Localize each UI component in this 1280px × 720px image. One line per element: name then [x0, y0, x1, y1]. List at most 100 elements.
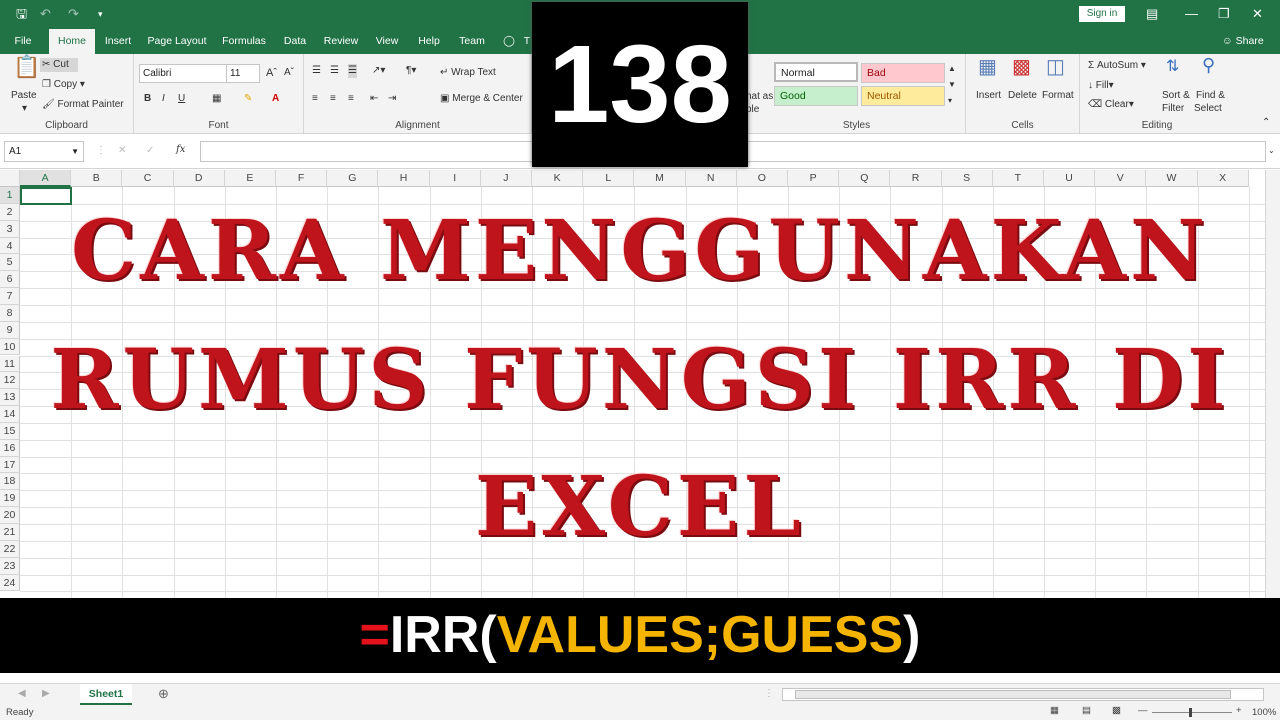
row-header-16[interactable]: 16 [0, 439, 20, 457]
zoom-slider-thumb[interactable] [1189, 708, 1192, 717]
new-sheet-icon[interactable]: ⊕ [158, 687, 169, 701]
tab-home[interactable]: Home [49, 29, 95, 54]
orientation-icon[interactable]: ↗▾ [372, 64, 385, 78]
autosum-button[interactable]: Σ AutoSum ▾ [1088, 59, 1146, 73]
prev-sheet-icon[interactable]: ◀ [18, 687, 26, 701]
style-normal[interactable]: Normal [774, 62, 858, 82]
row-header-9[interactable]: 9 [0, 321, 20, 339]
column-header-t[interactable]: T [992, 170, 1044, 187]
sort-filter-line2[interactable]: Filter [1162, 102, 1184, 116]
select-all-corner[interactable] [0, 170, 20, 187]
styles-more-icon[interactable]: ▾ [948, 94, 952, 108]
column-header-l[interactable]: L [583, 170, 635, 187]
column-header-m[interactable]: M [634, 170, 686, 187]
column-header-o[interactable]: O [736, 170, 788, 187]
rtl-icon[interactable]: ¶▾ [406, 64, 416, 78]
format-painter-button[interactable]: 🖌 Format Painter [42, 98, 124, 112]
find-select-line2[interactable]: Select [1194, 102, 1222, 116]
column-header-k[interactable]: K [532, 170, 584, 187]
zoom-slider[interactable] [1152, 712, 1232, 713]
column-header-d[interactable]: D [173, 170, 225, 187]
fill-color-icon[interactable]: ✎ [244, 92, 252, 106]
align-left-icon[interactable]: ≡ [312, 92, 318, 106]
clear-button[interactable]: ⌫ Clear▾ [1088, 98, 1134, 112]
borders-icon[interactable]: ▦ [212, 92, 221, 106]
horizontal-scrollbar[interactable] [782, 688, 1264, 701]
delete-button[interactable]: Delete [1008, 89, 1037, 103]
column-header-f[interactable]: F [276, 170, 328, 187]
column-header-v[interactable]: V [1095, 170, 1147, 187]
name-box[interactable]: A1 ▼ [4, 141, 84, 162]
expand-formula-icon[interactable]: ⌄ [1268, 144, 1275, 158]
normal-view-icon[interactable]: ▦ [1050, 705, 1059, 716]
delete-cells-icon[interactable]: ▩ [1012, 57, 1031, 77]
row-header-23[interactable]: 23 [0, 557, 20, 575]
decrease-font-icon[interactable]: Aˇ [284, 66, 294, 80]
horizontal-scroll-thumb[interactable] [795, 690, 1231, 699]
merge-center-button[interactable]: ▣ Merge & Center [440, 92, 523, 106]
column-header-q[interactable]: Q [839, 170, 891, 187]
tab-tell-me[interactable]: T [522, 29, 532, 54]
font-size-select[interactable]: 11 [226, 64, 260, 83]
column-header-w[interactable]: W [1146, 170, 1198, 187]
insert-cells-icon[interactable]: ▦ [978, 57, 997, 77]
row-header-15[interactable]: 15 [0, 422, 20, 440]
column-header-h[interactable]: H [378, 170, 430, 187]
row-header-24[interactable]: 24 [0, 574, 20, 592]
share-button[interactable]: ☺ Share [1222, 29, 1264, 54]
redo-icon[interactable]: ↷ [68, 6, 79, 22]
tab-insert[interactable]: Insert [100, 29, 136, 54]
format-as-table-label-2[interactable]: ble [746, 103, 759, 117]
column-header-x[interactable]: X [1197, 170, 1249, 187]
collapse-ribbon-icon[interactable]: ⌃ [1262, 116, 1270, 130]
save-icon[interactable]: 🖫 [16, 6, 27, 22]
decrease-indent-icon[interactable]: ⇤ [370, 92, 378, 106]
align-middle-icon[interactable]: ☰ [330, 64, 339, 78]
sort-filter-icon[interactable]: ⇅ [1166, 59, 1179, 75]
tab-data[interactable]: Data [279, 29, 311, 54]
styles-scroll-up-icon[interactable]: ▲ [948, 62, 956, 76]
row-header-8[interactable]: 8 [0, 304, 20, 322]
lightbulb-icon[interactable]: ◯ [502, 29, 516, 54]
tabs-split-icon[interactable]: ⋮ [764, 687, 774, 701]
fill-button[interactable]: ↓ Fill▾ [1088, 79, 1114, 93]
next-sheet-icon[interactable]: ▶ [42, 687, 50, 701]
column-header-j[interactable]: J [480, 170, 532, 187]
tab-view[interactable]: View [371, 29, 403, 54]
customize-qat-icon[interactable]: ▾ [98, 6, 103, 22]
paste-icon[interactable]: 📋 [13, 56, 40, 78]
format-cells-icon[interactable]: ◫ [1046, 57, 1065, 77]
align-top-icon[interactable]: ☰ [312, 64, 321, 78]
align-center-icon[interactable]: ≡ [330, 92, 336, 106]
styles-scroll-down-icon[interactable]: ▼ [948, 78, 956, 92]
cut-button[interactable]: ✂ Cut [40, 58, 78, 72]
tab-team[interactable]: Team [454, 29, 490, 54]
insert-function-icon[interactable]: fx [176, 143, 185, 157]
close-icon[interactable]: ✕ [1252, 6, 1263, 22]
name-box-dropdown-icon[interactable]: ▼ [71, 142, 79, 161]
page-break-view-icon[interactable]: ▩ [1112, 705, 1121, 716]
zoom-in-icon[interactable]: + [1236, 705, 1242, 716]
zoom-out-icon[interactable]: — [1138, 705, 1148, 716]
tab-help[interactable]: Help [412, 29, 446, 54]
tab-formulas[interactable]: Formulas [218, 29, 270, 54]
sign-in-button[interactable]: Sign in [1079, 6, 1125, 22]
paste-button[interactable]: Paste [11, 89, 37, 103]
align-right-icon[interactable]: ≡ [348, 92, 354, 106]
undo-icon[interactable]: ↶ [40, 6, 51, 22]
format-button[interactable]: Format [1042, 89, 1074, 103]
increase-indent-icon[interactable]: ⇥ [388, 92, 396, 106]
tab-review[interactable]: Review [320, 29, 362, 54]
enter-entry-icon[interactable]: ✓ [146, 144, 154, 158]
find-select-line1[interactable]: Find & [1196, 89, 1225, 103]
tab-file[interactable]: File [6, 29, 40, 54]
column-header-p[interactable]: P [788, 170, 840, 187]
column-header-r[interactable]: R [890, 170, 942, 187]
format-as-table-label[interactable]: hat as [746, 90, 773, 104]
page-layout-view-icon[interactable]: ▤ [1082, 705, 1091, 716]
insert-button[interactable]: Insert [976, 89, 1001, 103]
column-header-s[interactable]: S [941, 170, 993, 187]
tab-page-layout[interactable]: Page Layout [144, 29, 210, 54]
column-header-a[interactable]: A [20, 170, 72, 187]
zoom-level[interactable]: 100% [1252, 707, 1276, 718]
